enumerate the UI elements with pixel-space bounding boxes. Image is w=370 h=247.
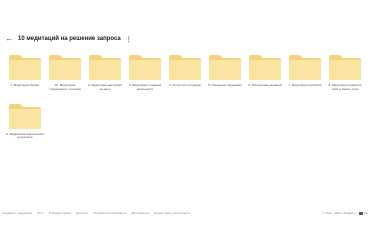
folder-item[interactable]: 9. Медитация закрепления результата	[5, 102, 45, 141]
footer-right: © 2012—2024 «Яндекс» RU	[322, 211, 368, 215]
folder-icon	[169, 55, 201, 80]
folder-label: 7. Медитация изобилия	[288, 83, 322, 87]
footer-link-blog[interactable]: Блог	[37, 211, 43, 215]
folder-icon	[49, 55, 81, 80]
more-vertical-icon[interactable]: ⋮	[126, 36, 132, 43]
footer-link-terms[interactable]: Условия использования	[93, 211, 126, 215]
folder-item[interactable]: 8. Медитация принятия себя и своего тела	[325, 53, 365, 92]
footer-link-business[interactable]: Для бизнеса	[131, 211, 149, 215]
arrow-left-icon[interactable]: ←	[5, 35, 14, 44]
language-flag-icon	[358, 211, 363, 215]
folder-label: 6. Исполнение желаний	[248, 83, 282, 87]
footer-link-about[interactable]: О Яндекс Диске	[49, 211, 71, 215]
folder-label: 4. Отпустить ситуацию	[169, 83, 201, 87]
folder-label: 1. Медитация Затрат	[10, 83, 40, 87]
folder-icon	[9, 55, 41, 80]
folder-item[interactable]: 3. Медитация создания реальности	[125, 53, 165, 92]
language-switch[interactable]: RU	[358, 211, 368, 215]
folder-label: 3. Медитация создания реальности	[128, 83, 162, 91]
folder-header: ← 10 медитаций на решение запроса ⋮	[5, 34, 132, 44]
folder-item[interactable]: 5. Прощение окружения	[205, 53, 245, 92]
folder-icon	[209, 55, 241, 80]
folder-item[interactable]: 10. Медитация стремления к лучшему	[45, 53, 85, 92]
footer-link-disk-business[interactable]: Яндекс Диск для бизнеса	[154, 211, 190, 215]
folder-label: 8. Медитация принятия себя и своего тела	[328, 83, 362, 91]
folder-icon	[89, 55, 121, 80]
folder-label: 5. Прощение окружения	[208, 83, 242, 87]
page-footer: Справка и поддержка Блог О Яндекс Диске …	[0, 209, 370, 217]
footer-link-help[interactable]: Справка и поддержка	[2, 211, 32, 215]
folder-label: 10. Медитация стремления к лучшему	[48, 83, 82, 91]
copyright: © 2012—2024 «Яндекс»	[322, 211, 356, 215]
folder-icon	[129, 55, 161, 80]
folder-item[interactable]: 1. Медитация Затрат	[5, 53, 45, 92]
folder-icon	[249, 55, 281, 80]
folder-item[interactable]: 7. Медитация изобилия	[285, 53, 325, 92]
folder-label: 2. Медитация настройки на день	[88, 83, 122, 91]
folder-label: 9. Медитация закрепления результата	[6, 131, 44, 140]
footer-link-pro[interactable]: Диск Pro	[76, 211, 88, 215]
folder-item[interactable]: 6. Исполнение желаний	[245, 53, 285, 92]
folder-icon	[9, 103, 41, 129]
folder-item[interactable]: 4. Отпустить ситуацию	[165, 53, 205, 92]
folder-grid: 1. Медитация Затрат 10. Медитация стремле…	[5, 53, 367, 140]
folder-icon	[289, 55, 321, 80]
folder-title: 10 медитаций на решение запроса	[18, 36, 121, 42]
folder-item[interactable]: 2. Медитация настройки на день	[85, 53, 125, 92]
language-label: RU	[363, 211, 368, 215]
folder-icon	[329, 55, 361, 80]
